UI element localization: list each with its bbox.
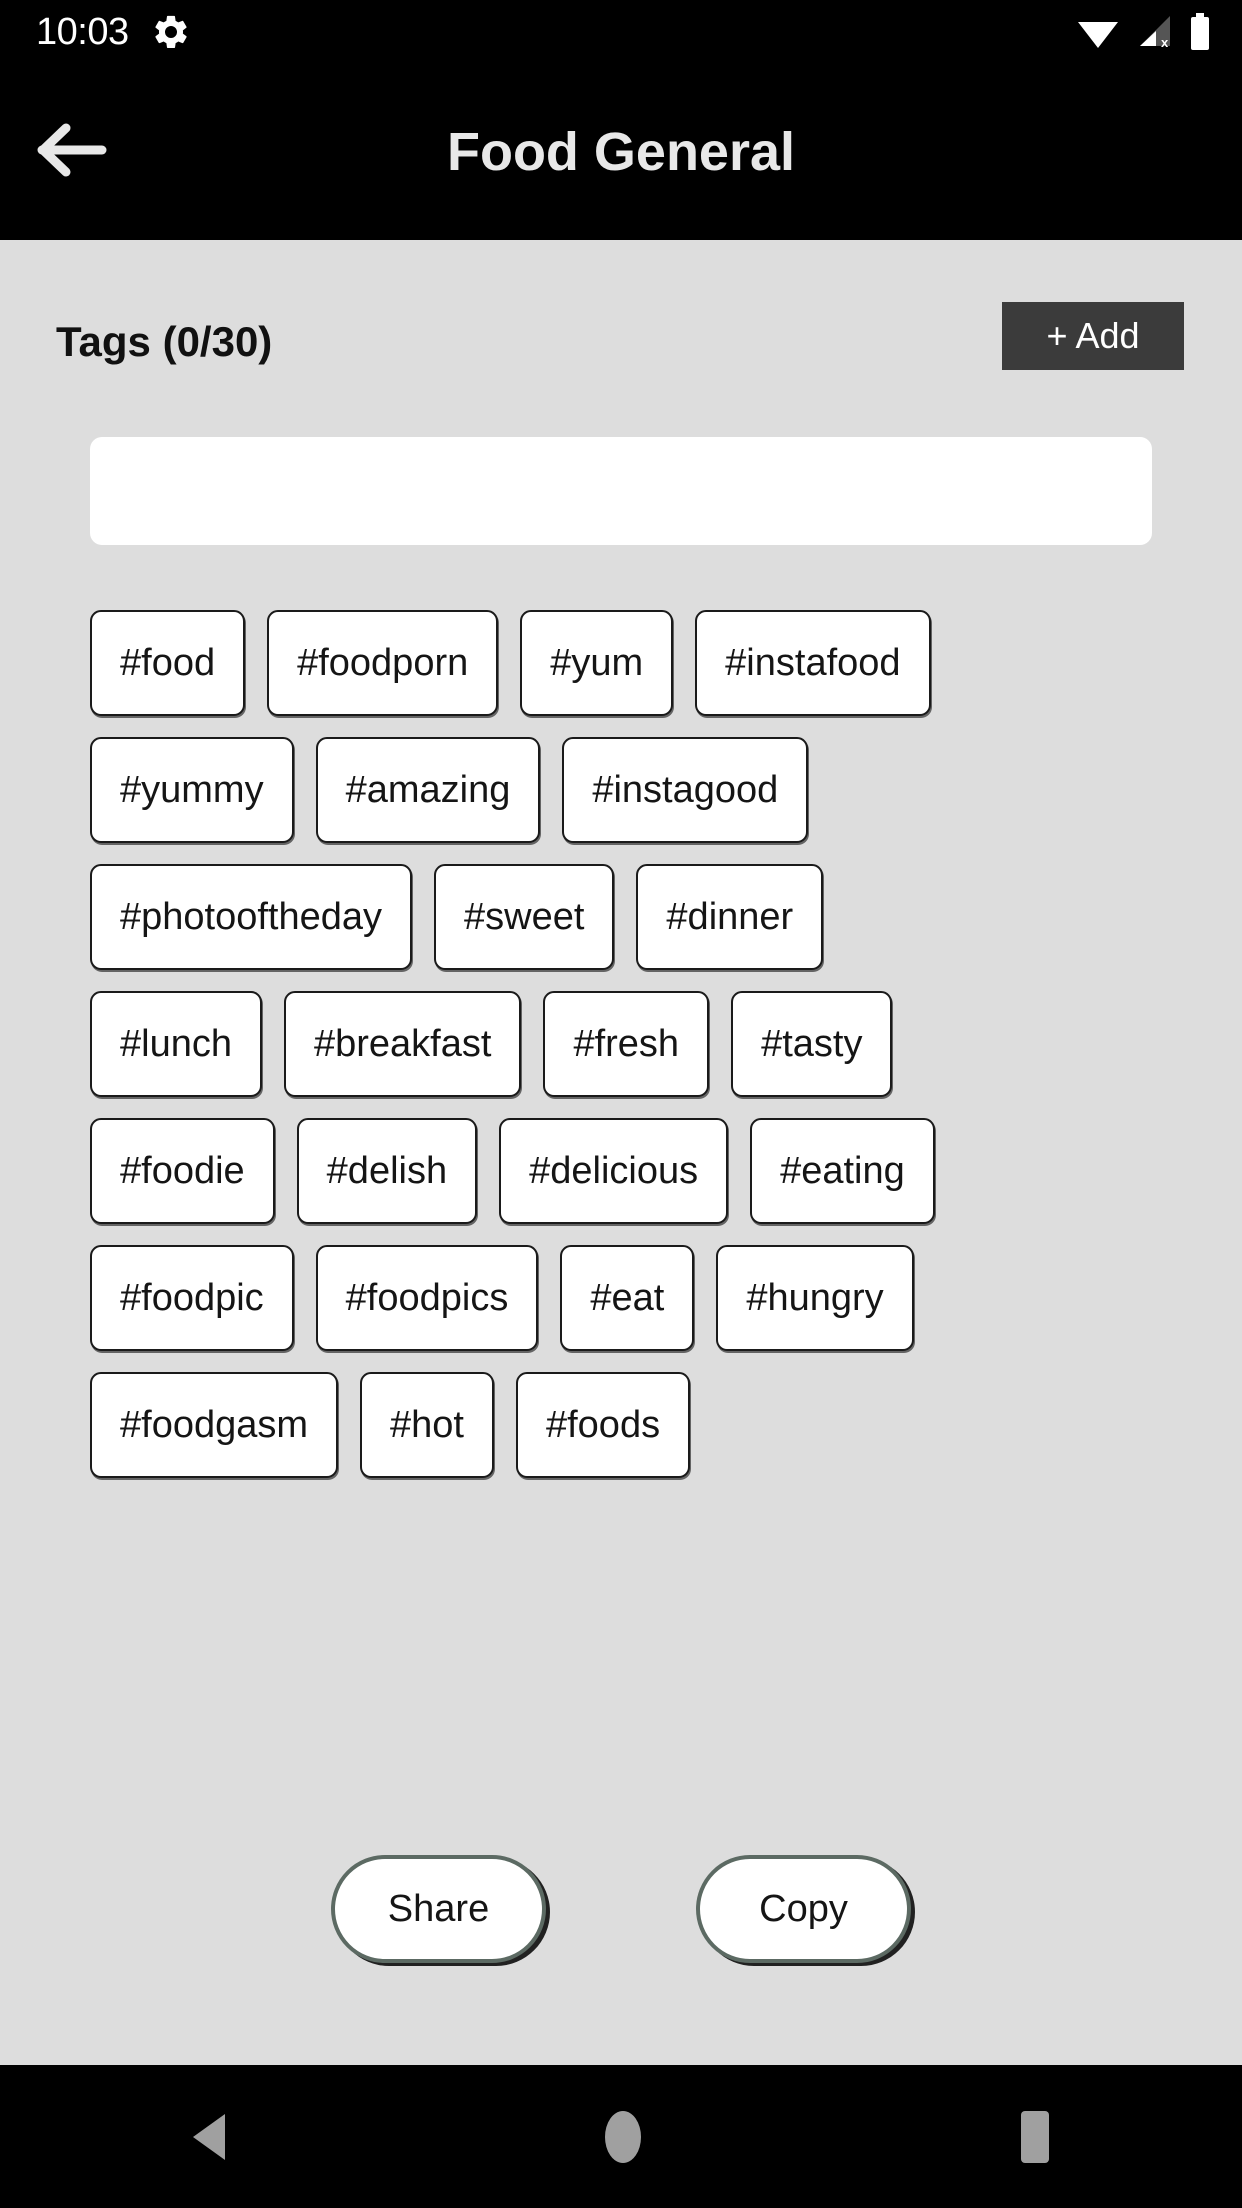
tag-chip[interactable]: #yum <box>520 610 674 716</box>
battery-full-icon <box>1188 12 1212 52</box>
action-buttons: Share Copy <box>0 1855 1242 1963</box>
cell-signal-no-sim-icon: x <box>1134 14 1174 50</box>
nav-back-icon[interactable] <box>185 2110 233 2164</box>
add-tag-button[interactable]: + Add <box>1002 302 1184 370</box>
tag-row: #photooftheday #sweet #dinner <box>90 864 1160 970</box>
nav-recents-icon[interactable] <box>1013 2109 1057 2165</box>
tag-chip[interactable]: #foodporn <box>267 610 499 716</box>
tag-chip[interactable]: #foodie <box>90 1118 275 1224</box>
tag-row: #foodgasm #hot #foods <box>90 1372 1160 1478</box>
tag-chip[interactable]: #foodpics <box>315 1245 539 1351</box>
tag-row: #yummy #amazing #instagood <box>90 737 1160 843</box>
tag-chip[interactable]: #fresh <box>543 991 710 1097</box>
status-clock: 10:03 <box>36 11 129 53</box>
tag-chip[interactable]: #sweet <box>434 864 615 970</box>
tag-chip[interactable]: #lunch <box>90 991 262 1097</box>
tag-chip[interactable]: #instafood <box>695 610 931 716</box>
tag-input[interactable] <box>90 437 1152 545</box>
title-bar: Food General <box>0 64 1242 240</box>
tag-chip[interactable]: #instagood <box>562 737 809 843</box>
tag-chip[interactable]: #foodpic <box>90 1245 294 1351</box>
tag-row: #lunch #breakfast #fresh #tasty <box>90 991 1160 1097</box>
tag-chip[interactable]: #foodgasm <box>90 1372 339 1478</box>
svg-text:x: x <box>1161 35 1169 50</box>
tag-chip[interactable]: #delish <box>296 1118 478 1224</box>
tag-row: #foodie #delish #delicious #eating <box>90 1118 1160 1224</box>
tag-chip[interactable]: #delicious <box>499 1118 729 1224</box>
tag-row: #food #foodporn #yum #instafood <box>90 610 1160 716</box>
app-screen: 10:03 x Food General Tags (0/30) + Add #… <box>0 0 1242 2208</box>
status-bar: 10:03 x <box>0 0 1242 64</box>
tag-chip[interactable]: #yummy <box>90 737 294 843</box>
copy-button[interactable]: Copy <box>696 1855 911 1963</box>
tag-chip[interactable]: #tasty <box>731 991 893 1097</box>
tag-chip[interactable]: #breakfast <box>283 991 522 1097</box>
tag-list: #food #foodporn #yum #instafood #yummy #amazi… <box>90 610 1160 1499</box>
tags-count-label: Tags (0/30) <box>56 318 273 365</box>
tag-chip[interactable]: #food <box>90 610 246 716</box>
tag-row: #foodpic #foodpics #eat #hungry <box>90 1245 1160 1351</box>
nav-home-icon[interactable] <box>602 2109 644 2165</box>
tag-chip[interactable]: #hungry <box>716 1245 914 1351</box>
wifi-icon <box>1076 14 1120 50</box>
tag-chip[interactable]: #dinner <box>636 864 824 970</box>
gear-icon <box>151 12 191 52</box>
content-area: Tags (0/30) + Add #food #foodporn #yum #ins… <box>0 240 1242 2065</box>
share-button[interactable]: Share <box>331 1855 546 1963</box>
tag-chip[interactable]: #hot <box>360 1372 494 1478</box>
tag-chip[interactable]: #amazing <box>315 737 541 843</box>
status-icons: x <box>1076 12 1212 52</box>
android-nav-bar <box>0 2065 1242 2208</box>
tag-chip[interactable]: #eating <box>750 1118 935 1224</box>
tag-chip[interactable]: #eat <box>560 1245 695 1351</box>
page-title: Food General <box>446 122 796 182</box>
tag-chip[interactable]: #foods <box>515 1372 691 1478</box>
tag-chip[interactable]: #photooftheday <box>90 864 413 970</box>
